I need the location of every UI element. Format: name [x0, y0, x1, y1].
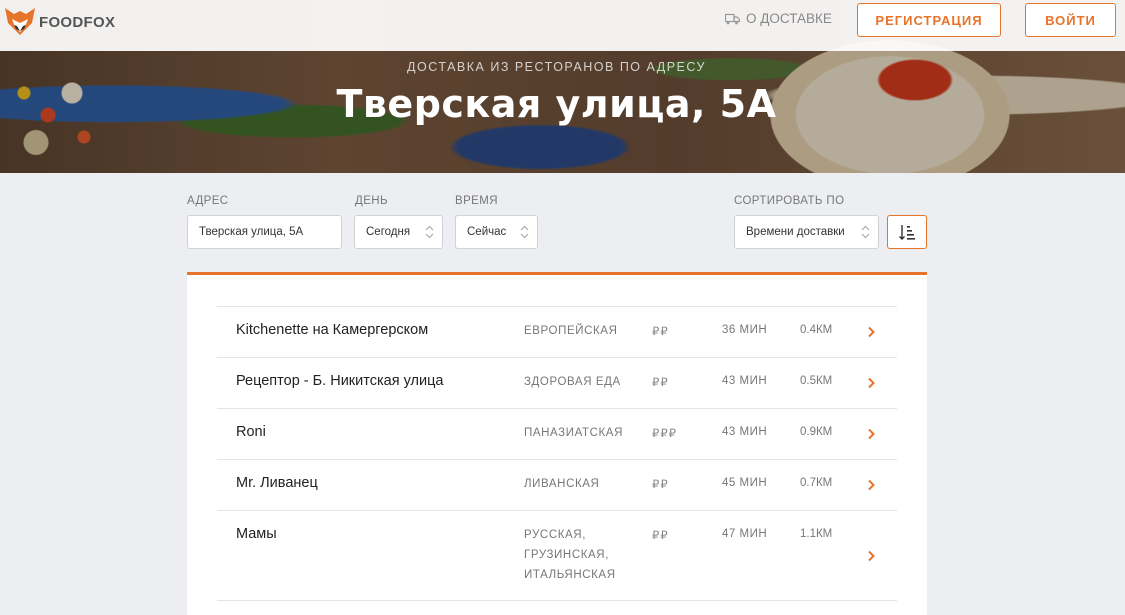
restaurant-delivery-time: 47 МИН	[722, 528, 768, 540]
restaurant-delivery-time: 43 МИН	[722, 426, 768, 438]
cuisine-tag: ГРУЗИНСКАЯ,	[524, 549, 609, 561]
sort-order-button[interactable]	[887, 215, 927, 249]
restaurant-cuisine: ПАНАЗИАТСКАЯ	[524, 427, 623, 439]
restaurant-name: Мамы	[236, 526, 277, 542]
day-label: ДЕНЬ	[355, 195, 388, 207]
chevron-right-icon	[868, 377, 875, 389]
hero-subtitle: ДОСТАВКА ИЗ РЕСТОРАНОВ ПО АДРЕСУ	[407, 60, 706, 74]
restaurant-distance: 0.5КМ	[800, 375, 833, 387]
sort-value: Времени доставки	[746, 226, 845, 238]
restaurant-cuisine: ЗДОРОВАЯ ЕДА	[524, 376, 621, 388]
updown-chevron-icon	[520, 225, 529, 239]
restaurant-price: ₽₽	[652, 377, 669, 389]
chevron-right-icon	[868, 479, 875, 491]
chevron-right-icon	[868, 326, 875, 338]
restaurant-delivery-time: 45 МИН	[722, 477, 768, 489]
day-select[interactable]: Сегодня	[354, 215, 443, 249]
address-value: Тверская улица, 5А	[199, 226, 304, 238]
register-button[interactable]: РЕГИСТРАЦИЯ	[857, 3, 1001, 37]
time-value: Сейчас	[467, 226, 507, 238]
brand-name[interactable]: FOODFOX	[39, 14, 115, 31]
restaurant-name: Рецептор - Б. Никитская улица	[236, 373, 444, 389]
time-label: ВРЕМЯ	[455, 195, 498, 207]
restaurant-distance: 1.1КМ	[800, 528, 833, 540]
restaurant-row[interactable]: Рецептор - Б. Никитская улица ЗДОРОВАЯ Е…	[217, 357, 897, 408]
restaurant-row[interactable]: Roni ПАНАЗИАТСКАЯ ₽₽₽ 43 МИН 0.9КМ	[217, 408, 897, 459]
restaurant-cuisine: ЛИВАНСКАЯ	[524, 478, 600, 490]
about-delivery-link[interactable]: О ДОСТАВКЕ	[725, 11, 832, 26]
restaurant-row[interactable]: Kitchenette на Камергерском ЕВРОПЕЙСКАЯ …	[217, 306, 897, 357]
restaurant-name: Kitchenette на Камергерском	[236, 322, 429, 338]
day-value: Сегодня	[366, 226, 411, 238]
about-delivery-label: О ДОСТАВКЕ	[746, 11, 832, 26]
restaurant-row[interactable]: Mr. Ливанец ЛИВАНСКАЯ ₽₽ 45 МИН 0.7КМ	[217, 459, 897, 510]
restaurant-delivery-time: 36 МИН	[722, 324, 768, 336]
time-select[interactable]: Сейчас	[455, 215, 538, 249]
cuisine-tag: ИТАЛЬЯНСКАЯ	[524, 569, 616, 581]
chevron-right-icon	[868, 428, 875, 440]
sort-select[interactable]: Времени доставки	[734, 215, 879, 249]
truck-icon	[725, 13, 740, 24]
restaurant-distance: 0.7КМ	[800, 477, 833, 489]
login-button[interactable]: ВОЙТИ	[1025, 3, 1116, 37]
updown-chevron-icon	[861, 225, 870, 239]
restaurant-row[interactable]: Мамы РУССКАЯ, ГРУЗИНСКАЯ, ИТАЛЬЯНСКАЯ ₽₽…	[217, 510, 897, 601]
restaurant-distance: 0.9КМ	[800, 426, 833, 438]
restaurant-name: Roni	[236, 424, 266, 440]
restaurant-delivery-time: 43 МИН	[722, 375, 768, 387]
restaurant-cuisine: ЕВРОПЕЙСКАЯ	[524, 325, 618, 337]
restaurant-price: ₽₽	[652, 530, 669, 542]
restaurant-price: ₽₽	[652, 326, 669, 338]
fox-logo-icon[interactable]	[3, 5, 37, 39]
top-navigation: FOODFOX О ДОСТАВКЕ РЕГИСТРАЦИЯ ВОЙТИ	[0, 0, 1125, 51]
hero-title: Тверская улица, 5А	[336, 82, 777, 126]
address-input[interactable]: Тверская улица, 5А	[187, 215, 342, 249]
restaurant-name: Mr. Ливанец	[236, 475, 318, 491]
restaurant-list: Kitchenette на Камергерском ЕВРОПЕЙСКАЯ …	[187, 272, 927, 615]
address-label: АДРЕС	[187, 195, 229, 207]
chevron-right-icon	[868, 550, 875, 562]
sort-ascending-icon	[899, 225, 915, 240]
restaurant-price: ₽₽₽	[652, 428, 677, 440]
updown-chevron-icon	[425, 225, 434, 239]
restaurant-distance: 0.4КМ	[800, 324, 833, 336]
restaurant-cuisine: РУССКАЯ, ГРУЗИНСКАЯ, ИТАЛЬЯНСКАЯ	[524, 525, 616, 585]
cuisine-tag: РУССКАЯ,	[524, 529, 587, 541]
restaurant-price: ₽₽	[652, 479, 669, 491]
sort-label: СОРТИРОВАТЬ ПО	[734, 195, 845, 207]
